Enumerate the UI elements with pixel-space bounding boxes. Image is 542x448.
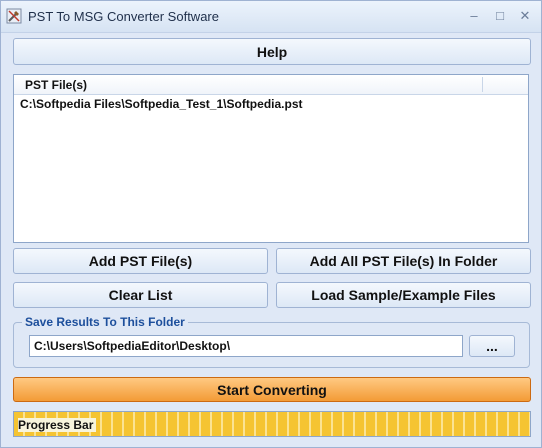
pst-file-list[interactable]: PST File(s) C:\Softpedia Files\Softpedia… — [13, 74, 529, 243]
window-title: PST To MSG Converter Software — [28, 9, 219, 24]
list-column-header[interactable]: PST File(s) — [14, 75, 528, 95]
clear-list-button[interactable]: Clear List — [13, 282, 268, 308]
app-window: PST To MSG Converter Software – □ ✕ Help… — [0, 0, 542, 448]
output-folder-input[interactable] — [29, 335, 463, 357]
add-pst-files-button[interactable]: Add PST File(s) — [13, 248, 268, 274]
start-converting-button[interactable]: Start Converting — [13, 377, 531, 402]
maximize-icon[interactable]: □ — [491, 8, 509, 24]
minimize-icon[interactable]: – — [465, 8, 483, 24]
close-icon[interactable]: ✕ — [516, 8, 534, 24]
column-header-label: PST File(s) — [25, 78, 88, 92]
output-folder-group: Save Results To This Folder ... — [13, 315, 530, 368]
column-separator[interactable] — [482, 77, 483, 92]
help-button[interactable]: Help — [13, 38, 531, 65]
browse-button[interactable]: ... — [469, 335, 515, 357]
tools-app-icon — [6, 8, 22, 24]
load-sample-button[interactable]: Load Sample/Example Files — [276, 282, 531, 308]
list-item[interactable]: C:\Softpedia Files\Softpedia_Test_1\Soft… — [20, 97, 303, 111]
progress-label: Progress Bar — [18, 418, 97, 432]
title-bar: PST To MSG Converter Software – □ ✕ — [1, 1, 541, 33]
add-folder-button[interactable]: Add All PST File(s) In Folder — [276, 248, 531, 274]
output-folder-label: Save Results To This Folder — [22, 315, 188, 329]
progress-bar: Progress Bar — [13, 411, 531, 437]
